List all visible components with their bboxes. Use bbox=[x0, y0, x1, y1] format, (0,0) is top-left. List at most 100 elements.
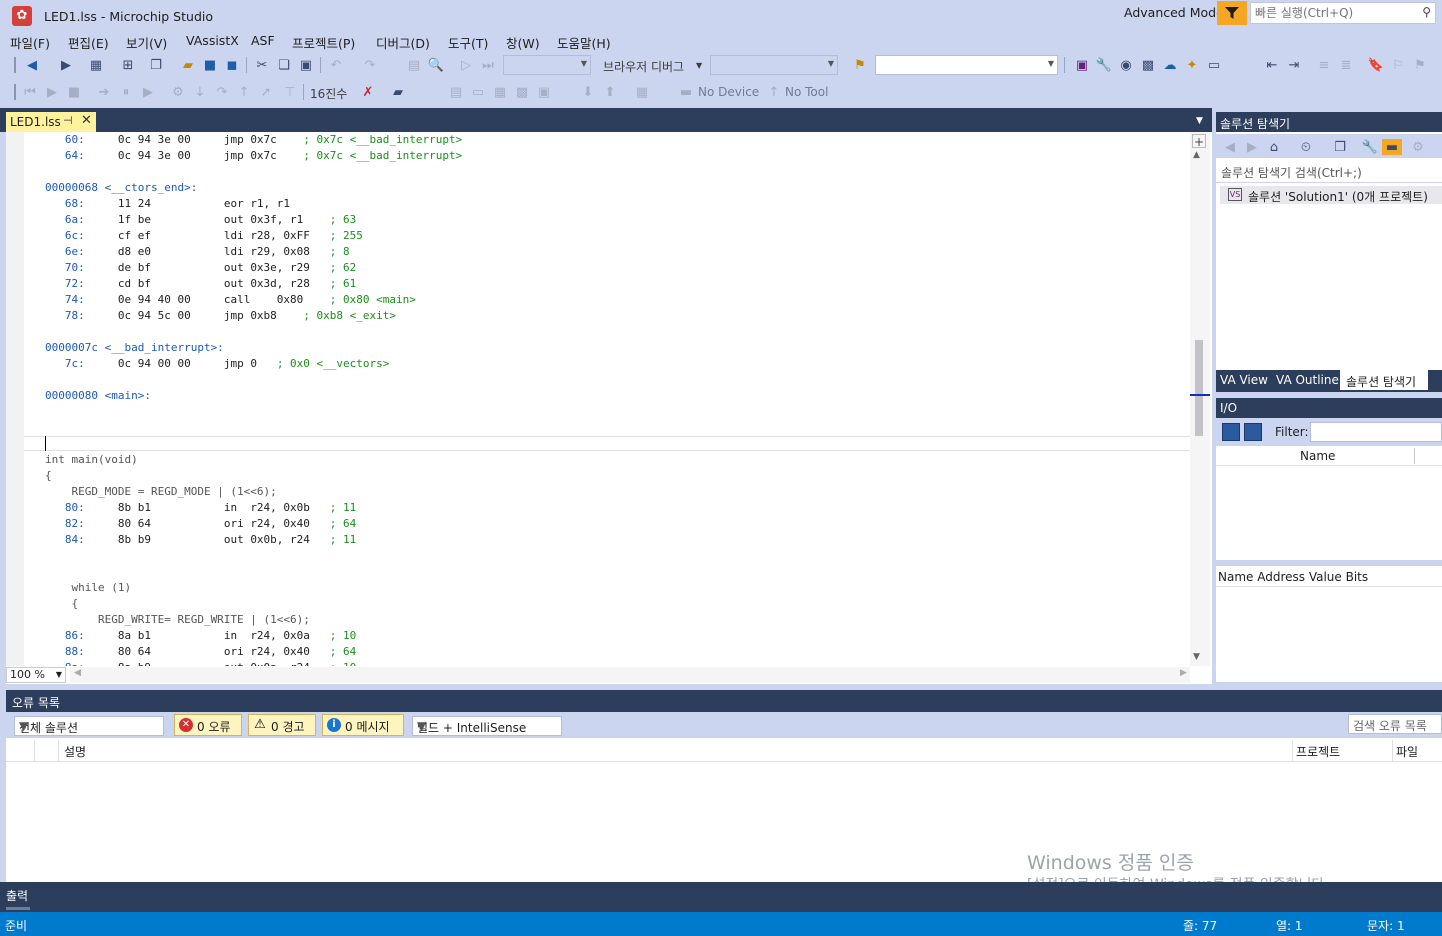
extensions-icon[interactable]: ☁ bbox=[1162, 57, 1178, 73]
redo-icon[interactable]: ↷ bbox=[362, 57, 378, 73]
tab-va-outline[interactable]: VA Outline bbox=[1276, 373, 1339, 387]
code-line[interactable]: 00000080 <main>: bbox=[45, 388, 151, 404]
code-line[interactable]: 8a: 8a b9 out 0x0a, r24 ; 10 bbox=[45, 660, 356, 666]
column-separator[interactable] bbox=[1292, 740, 1293, 762]
code-line[interactable]: 70: de bf out 0x3e, r29 ; 62 bbox=[45, 260, 356, 276]
step-over-icon[interactable]: ↷ bbox=[214, 84, 230, 100]
solution-explorer-search[interactable]: 솔루션 탐색기 검색(Ctrl+;) bbox=[1216, 160, 1442, 183]
save-all-icon[interactable]: ◼ bbox=[224, 57, 240, 73]
code-line[interactable]: 84: 8b b9 out 0x0b, r24 ; 11 bbox=[45, 532, 356, 548]
toggle-breakpoint-icon[interactable]: ✗ bbox=[360, 84, 376, 100]
pin-panel-icon[interactable]: ▬ bbox=[1382, 139, 1402, 155]
io-view-mode-2-icon[interactable] bbox=[1244, 423, 1262, 441]
build-source-combo[interactable]: 빌드 + IntelliSense ▼ bbox=[412, 716, 562, 736]
run-icon[interactable]: ▶ bbox=[44, 84, 60, 100]
zoom-level-combo[interactable]: 100 % ▼ bbox=[6, 667, 66, 683]
paste-icon[interactable]: ▣ bbox=[298, 57, 314, 73]
column-separator[interactable] bbox=[34, 740, 35, 762]
column-separator[interactable] bbox=[1392, 740, 1393, 762]
menu-help[interactable]: 도움말(H) bbox=[557, 33, 611, 52]
platform-combo[interactable]: ▼ bbox=[710, 55, 838, 75]
microchip-logo-icon[interactable]: ✿ bbox=[12, 6, 32, 26]
tool-selector[interactable]: No Tool bbox=[785, 85, 828, 99]
menu-asf[interactable]: ASF bbox=[251, 33, 275, 48]
save-icon[interactable]: ■ bbox=[202, 57, 218, 73]
code-line[interactable]: 60: 0c 94 3e 00 jmp 0x7c ; 0x7c <__bad_i… bbox=[45, 132, 462, 148]
io-column-name[interactable]: Name bbox=[1300, 449, 1335, 463]
menu-window[interactable]: 창(W) bbox=[506, 33, 540, 52]
stop-icon[interactable]: ■ bbox=[66, 84, 82, 100]
device-selector[interactable]: No Device bbox=[698, 85, 759, 99]
tab-output[interactable]: 출력 bbox=[6, 887, 28, 904]
menu-tools[interactable]: 도구(T) bbox=[448, 33, 488, 52]
wrench-icon[interactable]: 🔧 bbox=[1096, 57, 1112, 73]
copy-icon[interactable]: ❏ bbox=[276, 57, 292, 73]
device-programming-icon[interactable]: ◉ bbox=[1118, 57, 1134, 73]
code-line[interactable]: 72: cd bf out 0x3d, r28 ; 61 bbox=[45, 276, 356, 292]
advanced-mode-label[interactable]: Advanced Mode bbox=[1124, 5, 1224, 20]
menu-edit[interactable]: 편집(E) bbox=[68, 33, 109, 52]
toolbar-grip[interactable] bbox=[14, 57, 16, 73]
menu-debug[interactable]: 디버그(D) bbox=[376, 33, 430, 52]
new-project-icon[interactable]: ▦ bbox=[88, 57, 104, 73]
continue-icon[interactable]: ➔ bbox=[96, 84, 112, 100]
outdent-icon[interactable]: ⇥ bbox=[1286, 57, 1302, 73]
start-debug-icon[interactable]: ▷ bbox=[458, 57, 474, 73]
download-icon[interactable]: ⬇ bbox=[580, 84, 596, 100]
error-scope-combo[interactable]: 전체 솔루션 ▼ bbox=[14, 716, 164, 736]
scroll-right-icon[interactable]: ▶ bbox=[1180, 668, 1187, 678]
collapse-all-icon[interactable]: ❐ bbox=[1332, 139, 1348, 155]
quick-launch-search[interactable]: ⚲ bbox=[1250, 2, 1436, 24]
solution-config-icon[interactable]: ▤ bbox=[406, 57, 422, 73]
code-line[interactable]: 0000007c <__bad_interrupt>: bbox=[45, 340, 224, 356]
menu-project[interactable]: 프로젝트(P) bbox=[292, 33, 355, 52]
code-line[interactable]: 80: 8b b1 in r24, 0x0b ; 11 bbox=[45, 500, 356, 516]
tab-va-view[interactable]: VA View bbox=[1220, 373, 1268, 387]
visual-studio-icon[interactable]: ▣ bbox=[1074, 57, 1090, 73]
scrollbar-thumb[interactable] bbox=[1195, 340, 1203, 436]
pause-icon[interactable]: ⏸ bbox=[118, 84, 134, 100]
code-line[interactable]: 6e: d8 e0 ldi r29, 0x08 ; 8 bbox=[45, 244, 350, 260]
show-next-icon[interactable]: ⚙ bbox=[170, 84, 186, 100]
io-list[interactable] bbox=[1216, 446, 1442, 560]
close-icon[interactable]: ✕ bbox=[81, 113, 92, 128]
forward-icon[interactable]: ▶ bbox=[1244, 139, 1260, 155]
step-icon[interactable]: ⏮ bbox=[22, 84, 38, 100]
start-without-debug-icon[interactable]: ⏭ bbox=[480, 57, 496, 73]
toolbar-grip[interactable] bbox=[14, 84, 16, 100]
erase-icon[interactable]: ▦ bbox=[634, 84, 650, 100]
code-line[interactable]: 68: 11 24 eor r1, r1 bbox=[45, 196, 290, 212]
messages-filter-button[interactable]: i 0 메시지 bbox=[322, 714, 404, 736]
code-line[interactable]: 00000068 <__ctors_end>: bbox=[45, 180, 197, 196]
pin-icon[interactable]: ⊣ bbox=[63, 114, 73, 127]
step-out-icon[interactable]: ↑ bbox=[236, 84, 252, 100]
code-line[interactable]: 7c: 0c 94 00 00 jmp 0 ; 0x0 <__vectors> bbox=[45, 356, 390, 372]
code-line[interactable]: REGD_MODE = REGD_MODE | (1<<6); bbox=[45, 484, 276, 500]
forward-icon[interactable]: ▶ bbox=[58, 57, 74, 73]
solution-tree-item[interactable]: VS 솔루션 'Solution1' (0개 프로젝트) bbox=[1220, 186, 1442, 204]
code-line[interactable]: 82: 80 64 ori r24, 0x40 ; 64 bbox=[45, 516, 356, 532]
column-description[interactable]: 설명 bbox=[64, 743, 86, 760]
reset-icon[interactable]: ⊤ bbox=[282, 84, 298, 100]
chevron-down-icon[interactable]: ▼ bbox=[696, 61, 702, 70]
find-icon[interactable]: 🔍 bbox=[428, 57, 444, 73]
sync-icon[interactable]: ⚙ bbox=[1410, 139, 1426, 155]
breakpoints-window-icon[interactable]: ▰ bbox=[390, 84, 406, 100]
config-combo[interactable]: ▼ bbox=[503, 55, 591, 75]
code-line[interactable]: while (1) bbox=[45, 580, 131, 596]
tab-led1-lss[interactable]: LED1.lss ⊣ ✕ bbox=[6, 112, 96, 132]
back-icon[interactable]: ◀ bbox=[1222, 139, 1238, 155]
prev-bookmark-icon[interactable]: ⚐ bbox=[1390, 57, 1406, 73]
asf-wizard-icon[interactable]: ✦ bbox=[1184, 57, 1200, 73]
code-line[interactable]: 6c: cf ef ldi r28, 0xFF ; 255 bbox=[45, 228, 363, 244]
restart-icon[interactable]: ▶ bbox=[140, 84, 156, 100]
io-view-mode-1-icon[interactable] bbox=[1222, 423, 1240, 441]
processor-icon[interactable]: ▩ bbox=[514, 84, 530, 100]
code-line[interactable]: 6a: 1f be out 0x3f, r1 ; 63 bbox=[45, 212, 356, 228]
code-content[interactable]: 60: 0c 94 3e 00 jmp 0x7c ; 0x7c <__bad_i… bbox=[45, 132, 1185, 666]
run-to-cursor-icon[interactable]: ➚ bbox=[258, 84, 274, 100]
registers-icon[interactable]: ▤ bbox=[448, 84, 464, 100]
hex-display-button[interactable]: 16진수 bbox=[310, 85, 347, 102]
pending-changes-icon[interactable]: ⏲ bbox=[1298, 139, 1314, 155]
upload-icon[interactable]: ⬆ bbox=[602, 84, 618, 100]
